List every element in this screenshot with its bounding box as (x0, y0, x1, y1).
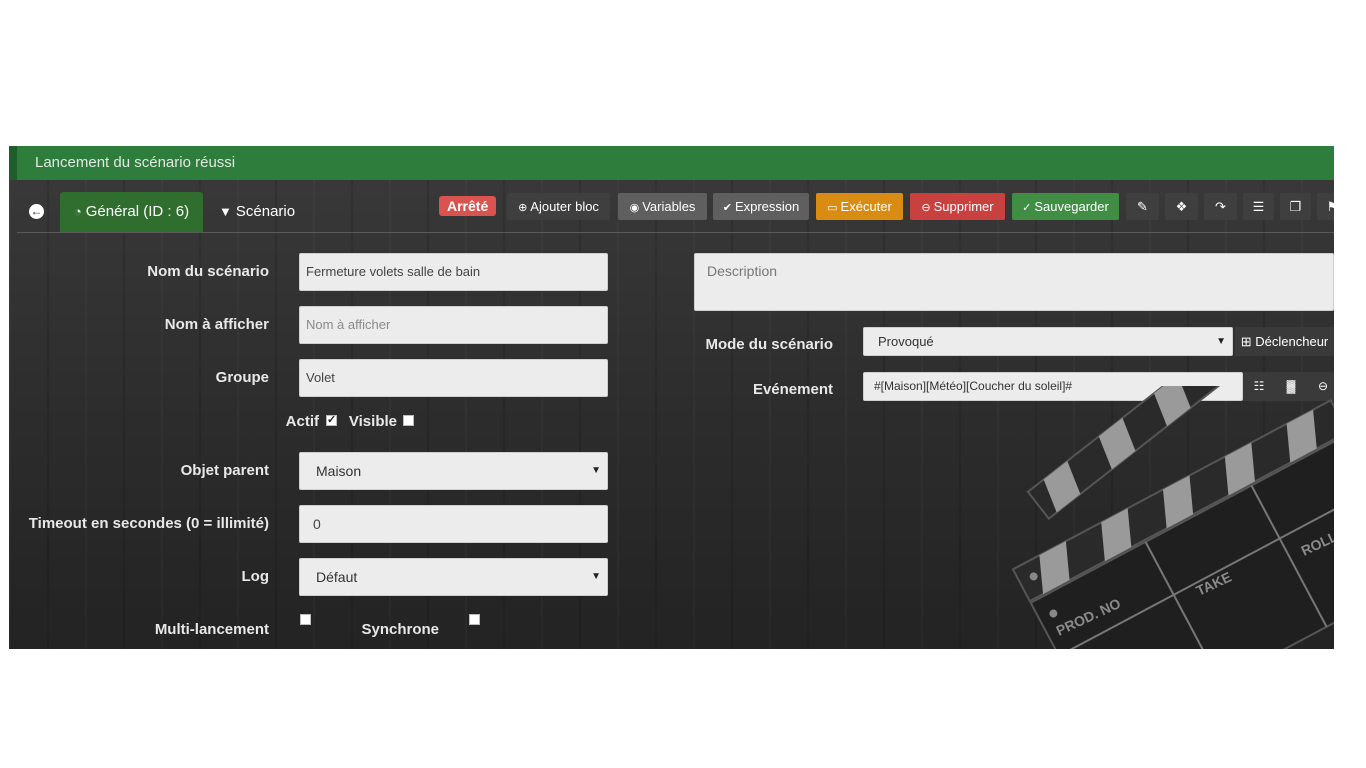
scenario-mode-label: Mode du scénario (705, 336, 833, 353)
timeout-label: Timeout en secondes (0 = illimité) (28, 515, 269, 532)
clapperboard-image: PROD. NO TAKE ROLL (1011, 386, 1334, 649)
trigger-label: Déclencheur (1255, 334, 1329, 349)
synchronous-label: Synchrone (361, 621, 439, 638)
multi-launch-label: Multi-lancement (154, 621, 269, 638)
log-label: Log (241, 568, 270, 585)
scenario-panel: Lancement du scénario réussi ← ◔ Général … (9, 146, 1334, 649)
execute-label: Exécuter (840, 199, 892, 214)
active-checkbox[interactable] (326, 413, 337, 426)
group-input[interactable]: Volet (299, 359, 608, 397)
plus-circle-icon: ⊕ (518, 202, 528, 214)
plus-square-icon: ⊞ (1240, 334, 1252, 349)
variables-label: Variables (642, 199, 696, 214)
description-textarea[interactable]: Description (694, 253, 1334, 311)
save-button[interactable]: ✓ Sauvegarder (1012, 193, 1119, 220)
timeout-input[interactable]: 0 (299, 505, 608, 543)
parent-object-value: Maison (316, 463, 362, 479)
scenario-mode-select[interactable]: Provoqué ▼ (863, 327, 1233, 356)
parent-object-select[interactable]: Maison ▼ (299, 452, 608, 490)
trigger-button[interactable]: ⊞ Déclencheur (1235, 327, 1334, 356)
dashboard-icon: ◔ (73, 204, 82, 219)
scenario-name-input[interactable]: Fermeture volets salle de bain (299, 253, 608, 291)
event-label: Evénement (752, 381, 833, 398)
add-block-button[interactable]: ⊕ Ajouter bloc (507, 193, 610, 220)
check-icon: ✔ (722, 202, 732, 214)
parent-object-label: Objet parent (180, 462, 269, 479)
multi-launch-checkbox[interactable] (300, 614, 311, 625)
gamepad-icon: ▭ (827, 202, 838, 214)
arrow-circle-left-icon[interactable]: ← (29, 204, 44, 219)
scenario-mode-value: Provoqué (878, 334, 934, 349)
expression-button[interactable]: ✔ Expression (713, 193, 809, 220)
tab-scenario-label: Scénario (235, 203, 296, 220)
eye-icon: ◉ (629, 202, 640, 214)
delete-label: Supprimer (933, 199, 994, 214)
scenario-name-label: Nom du scénario (147, 263, 269, 280)
edit-icon[interactable]: ✎ (1126, 193, 1159, 220)
visible-label: Visible (348, 413, 397, 430)
synchronous-checkbox[interactable] (469, 614, 480, 625)
check-circle-icon: ✓ (1022, 202, 1032, 214)
filter-icon: ▼ (219, 204, 232, 219)
caret-down-icon: ▼ (1216, 336, 1226, 347)
cubes-icon[interactable]: ❖ (1165, 193, 1198, 220)
minus-circle-icon: ⊖ (921, 202, 931, 214)
display-name-label: Nom à afficher (164, 316, 269, 333)
execute-button[interactable]: ▭ Exécuter (816, 193, 903, 220)
caret-down-icon: ▼ (591, 571, 601, 582)
active-label: Actif (285, 413, 319, 430)
flag-icon[interactable]: ⚑ (1317, 193, 1334, 220)
success-alert: Lancement du scénario réussi (9, 146, 1334, 180)
log-select[interactable]: Défaut ▼ (299, 558, 608, 596)
visible-checkbox[interactable] (403, 415, 414, 426)
alert-text: Lancement du scénario réussi (35, 154, 236, 171)
tab-scenario[interactable]: ▼ Scénario (219, 192, 295, 232)
delete-button[interactable]: ⊖ Supprimer (910, 193, 1005, 220)
tab-general-label: Général (ID : 6) (85, 203, 190, 220)
variables-button[interactable]: ◉ Variables (618, 193, 707, 220)
share-icon[interactable]: ↷ (1204, 193, 1237, 220)
save-label: Sauvegarder (1034, 199, 1109, 214)
caret-down-icon: ▼ (591, 465, 601, 476)
log-value: Défaut (316, 569, 358, 585)
status-badge: Arrêté (439, 196, 497, 216)
add-block-label: Ajouter bloc (530, 199, 599, 214)
display-name-input[interactable]: Nom à afficher (299, 306, 608, 344)
file-icon[interactable]: ☰ (1243, 193, 1274, 220)
expression-label: Expression (734, 199, 800, 214)
copy-icon[interactable]: ❐ (1280, 193, 1311, 220)
tab-general[interactable]: ◔ Général (ID : 6) (60, 192, 203, 232)
group-label: Groupe (215, 369, 269, 386)
